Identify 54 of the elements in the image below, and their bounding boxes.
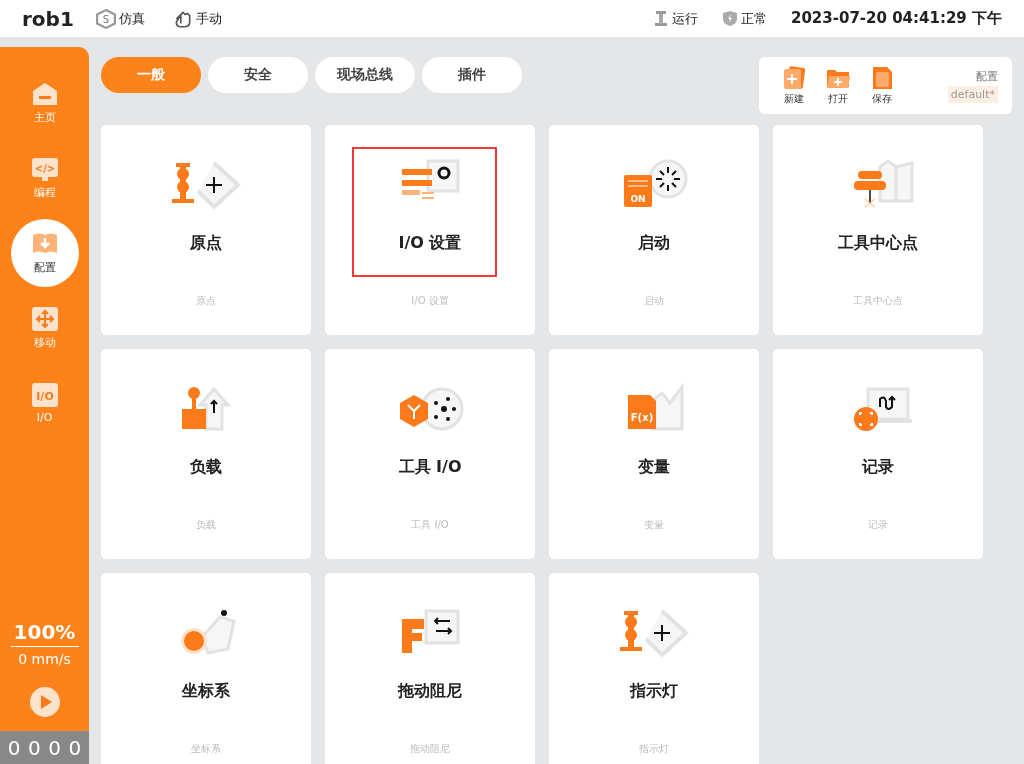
config-tile[interactable]: ON 启动 启动 [549,125,759,335]
config-tile[interactable]: F(x) 变量 变量 [549,349,759,559]
counter-digit: 0 [48,735,61,760]
play-button[interactable] [29,687,60,717]
hexagon-icon: S [96,8,116,29]
tile-subtitle: 变量 [644,518,664,532]
config-tile[interactable]: 坐标系 坐标系 [101,573,311,764]
tile-subtitle: 坐标系 [191,742,221,756]
tile-title: 负载 [190,457,222,478]
velocity-value: 0 mm/s [18,651,71,667]
mode-label: 手动 [196,9,222,28]
file-button[interactable]: 新建 [777,65,811,106]
status-label: 运行 [672,9,698,28]
io-icon: I/O [30,382,59,408]
tile-subtitle: 记录 [868,518,888,532]
robot-name: rob1 [22,6,75,31]
tile-title: 记录 [862,457,894,478]
tile-title: 原点 [190,233,222,254]
speed-percent: 100% [10,620,79,647]
tab[interactable]: 插件 [422,57,522,93]
status-label: 正常 [741,9,767,28]
file-button[interactable]: 打开 [821,65,855,106]
document-icon [870,65,894,90]
tile-title: I/O 设置 [398,233,462,254]
tab[interactable]: 现场总线 [315,57,415,93]
tile-title: 启动 [638,233,670,254]
tile-subtitle: 原点 [196,294,216,308]
config-tile[interactable]: 指示灯 指示灯 [549,573,759,764]
move-arrows-icon [30,306,59,332]
datetime: 2023-07-20 04:41:29 下午 [791,9,1002,28]
tile-subtitle: 启动 [644,294,664,308]
config-tile[interactable]: 记录 记录 [773,349,983,559]
file-button[interactable]: 保存 [865,65,899,106]
house-icon [30,81,59,107]
mode-label: 仿真 [119,9,145,28]
sidebar-item[interactable]: 配置 [10,219,79,287]
tile-title: 指示灯 [630,681,678,702]
tile-subtitle: 负载 [196,518,216,532]
tab[interactable]: 安全 [208,57,308,93]
counter-digit: 0 [28,735,41,760]
new-document-icon [782,65,806,90]
config-tile[interactable]: 负载 负载 [101,349,311,559]
counter-digit: 0 [7,735,21,760]
config-tile[interactable]: 原点 原点 [101,125,311,335]
tile-title: 拖动阻尼 [398,681,462,702]
config-value: default* [947,85,998,103]
shield-icon [722,10,738,27]
counter-digit: 0 [68,735,82,760]
tile-title: 工具 I/O [398,457,462,478]
config-label: 配置 [976,68,998,84]
tile-title: 坐标系 [182,681,230,702]
tile-subtitle: 指示灯 [639,742,669,756]
tile-title: 工具中心点 [838,233,918,254]
tile-title: 变量 [638,457,670,478]
